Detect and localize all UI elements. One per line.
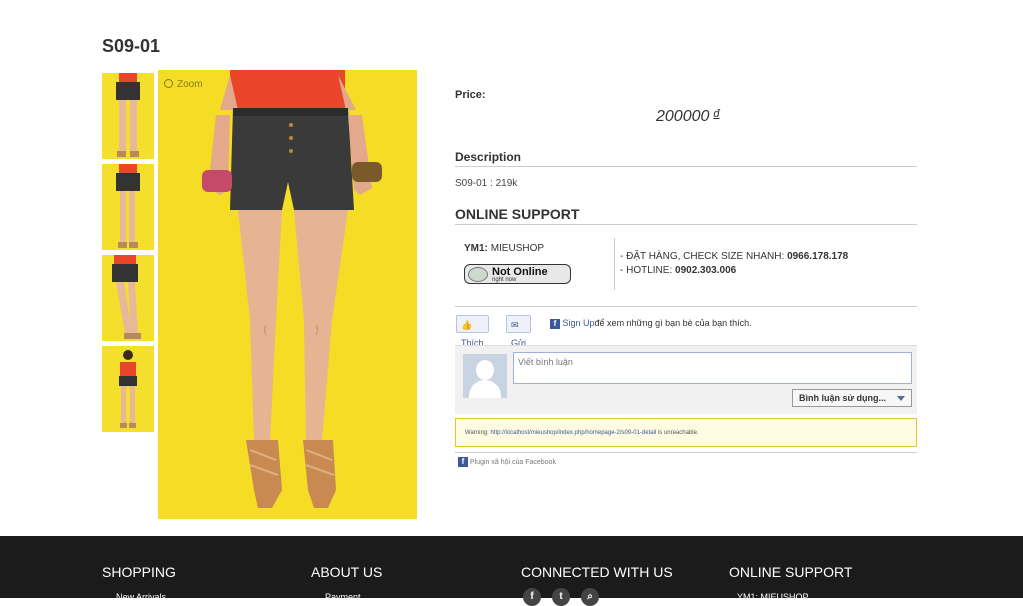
facebook-icon: f [458, 457, 468, 467]
hotline: - HOTLINE: 0902.303.006 [620, 265, 736, 276]
warning-message: Warning: http://localhost/mieushop/index… [455, 418, 917, 447]
footer-heading-about: ABOUT US [311, 564, 383, 580]
currency-symbol: đ [713, 108, 720, 120]
product-thumbnail-4[interactable] [102, 346, 154, 432]
thumbnail-image [116, 73, 140, 157]
footer-heading-support: ONLINE SUPPORT [729, 564, 853, 580]
facebook-icon[interactable]: f [523, 588, 541, 606]
description-heading: Description [455, 150, 917, 167]
signup-prompt: f Sign Upđể xem những gì bạn bè của bạn … [550, 318, 752, 329]
divider [455, 306, 917, 307]
order-hotline: - ĐẶT HÀNG, CHECK SIZE NHANH: 0966.178.1… [620, 251, 848, 262]
facebook-icon: f [550, 318, 560, 329]
online-support-heading: ONLINE SUPPORT [455, 206, 917, 225]
zoom-control[interactable]: Zoom [164, 78, 203, 90]
hotline-phone: 0902.303.006 [675, 265, 737, 276]
description-text: S09-01 : 219k [455, 178, 518, 189]
comment-as-label: Bình luận sử dụng... [799, 393, 887, 403]
messenger-icon [468, 267, 488, 282]
divider [455, 452, 917, 453]
divider [614, 238, 615, 290]
ym-support-contact: YM1: MIEUSHOP [464, 243, 544, 254]
comment-as-dropdown[interactable]: Bình luận sử dụng... [792, 389, 912, 407]
ym-label: YM1: [464, 243, 488, 254]
product-title: S09-01 [102, 36, 161, 56]
warning-prefix: Warning: [465, 430, 489, 436]
chevron-down-icon [897, 396, 905, 401]
send-icon: ✉ [511, 320, 519, 330]
price-value: 200000 đ [656, 108, 720, 126]
facebook-plugin-credit: f Plugin xã hội của Facebook [458, 457, 556, 467]
product-thumbnail-1[interactable] [102, 73, 154, 159]
site-footer: SHOPPING ABOUT US CONNECTED WITH US ONLI… [0, 536, 1023, 606]
footer-link-new-arrivals[interactable]: New Arrivals [116, 592, 166, 602]
footer-link-payment[interactable]: Payment [325, 592, 361, 602]
footer-support-ym: YM1: MIEUSHOP [737, 592, 809, 602]
product-thumbnail-3[interactable] [102, 255, 154, 341]
order-line-label: - ĐẶT HÀNG, CHECK SIZE NHANH: [620, 251, 785, 262]
price-amount: 200000 [656, 108, 710, 125]
thumbnail-image [119, 350, 137, 428]
plugin-text[interactable]: Plugin xã hội của Facebook [470, 459, 556, 466]
signup-text: để xem những gì bạn bè của bạn thích. [594, 318, 752, 328]
twitter-icon[interactable]: t [552, 588, 570, 606]
comment-input[interactable]: Viết bình luận [513, 352, 912, 384]
product-thumbnail-2[interactable] [102, 164, 154, 250]
thumbs-up-icon: 👍 [461, 320, 473, 330]
thumbnail-image [116, 164, 140, 248]
hotline-label: - HOTLINE: [620, 265, 673, 276]
magnifier-icon [164, 79, 173, 88]
product-photo [202, 70, 382, 508]
yahoo-status-button[interactable]: Not Online right now [464, 264, 571, 284]
zoom-label: Zoom [177, 79, 203, 90]
price-label: Price: [455, 89, 486, 101]
send-button[interactable]: ✉ Gửi [506, 315, 532, 348]
ym-name: MIEUSHOP [490, 243, 545, 254]
avatar [463, 354, 507, 398]
signup-link[interactable]: Sign Up [563, 318, 595, 328]
warning-url[interactable]: http://localhost/mieushop/index.php/home… [490, 430, 656, 436]
thumbnail-image [112, 255, 141, 339]
like-button[interactable]: 👍Thích [456, 315, 489, 348]
footer-heading-connected: CONNECTED WITH US [521, 564, 673, 580]
status-sub: right now [492, 277, 517, 283]
footer-heading-shopping: SHOPPING [102, 564, 176, 580]
product-main-image[interactable]: Zoom [158, 70, 417, 519]
warning-suffix: is unreachable. [657, 430, 699, 436]
order-phone: 0966.178.178 [787, 251, 849, 262]
rss-icon[interactable]: ⌕ [581, 588, 599, 606]
facebook-comment-box: Viết bình luận Bình luận sử dụng... [455, 345, 917, 414]
